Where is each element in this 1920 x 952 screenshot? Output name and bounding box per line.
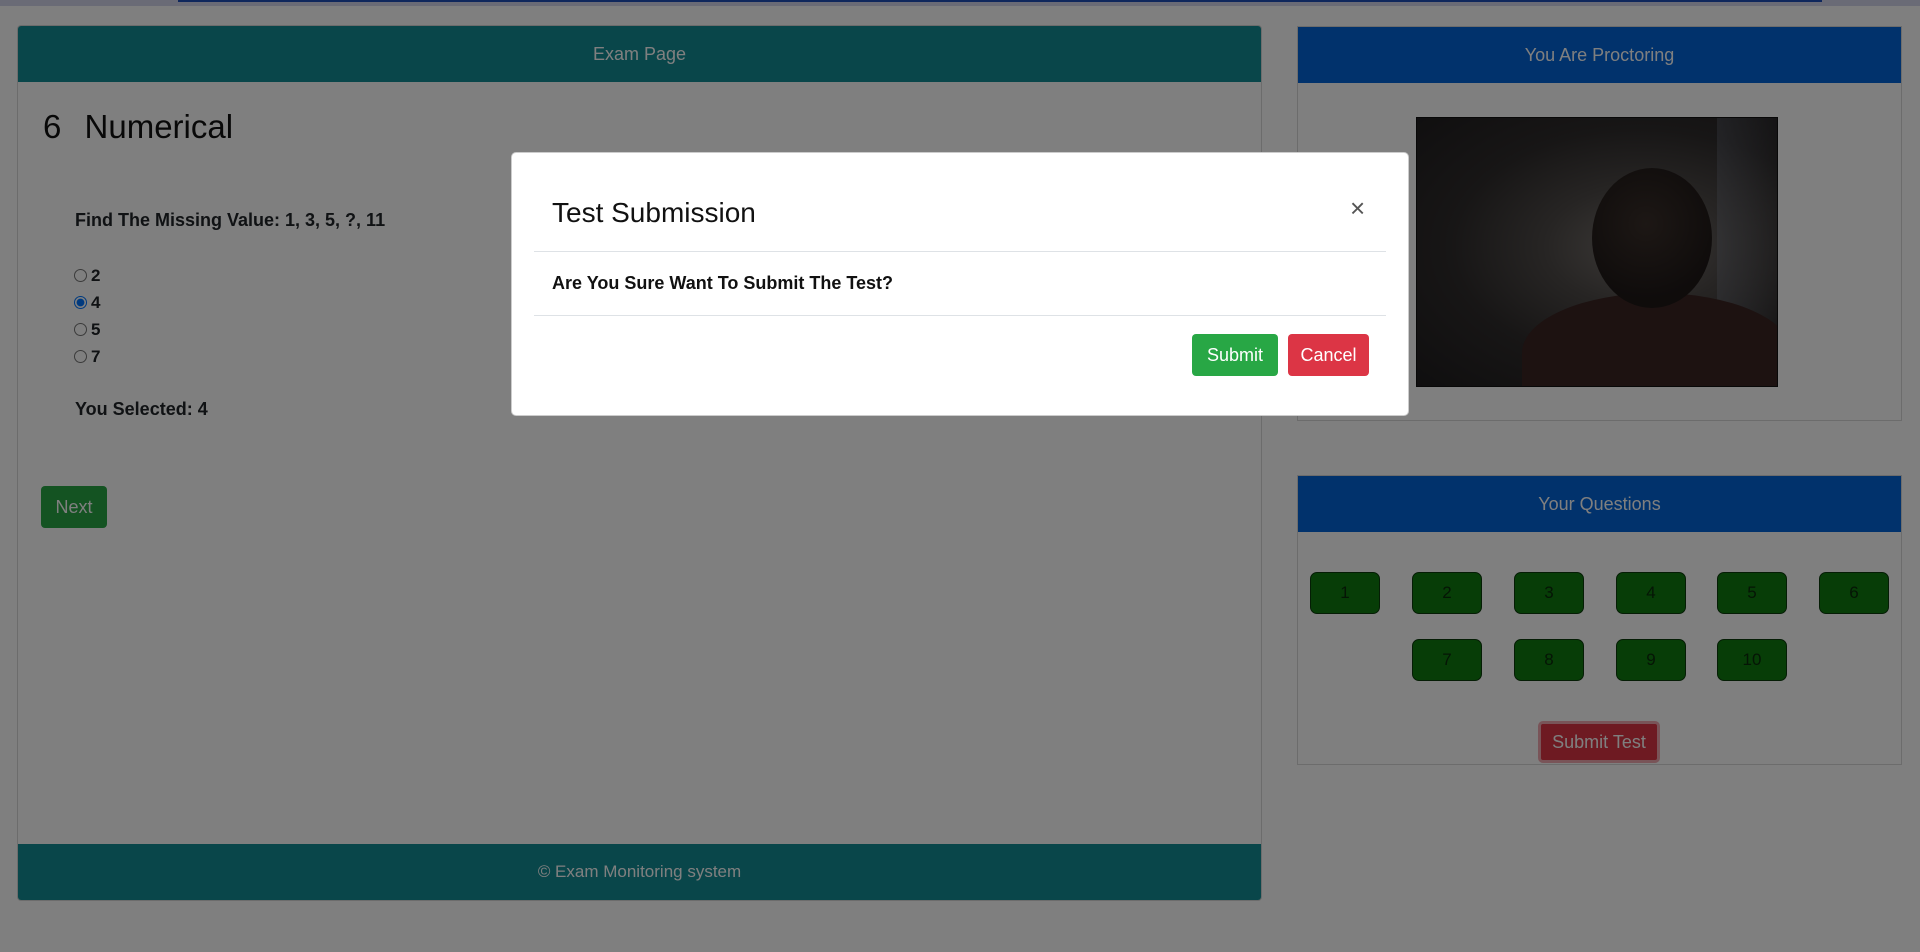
modal-title: Test Submission — [552, 197, 756, 228]
modal-divider — [534, 251, 1386, 252]
modal-submit-button[interactable]: Submit — [1192, 334, 1278, 376]
modal-backdrop[interactable] — [0, 0, 1920, 952]
modal-divider — [534, 315, 1386, 316]
modal-message: Are You Sure Want To Submit The Test? — [552, 273, 894, 293]
test-submission-modal: Test Submission × Are You Sure Want To S… — [511, 152, 1409, 416]
close-icon[interactable]: × — [1350, 195, 1365, 221]
modal-cancel-button[interactable]: Cancel — [1288, 334, 1369, 376]
